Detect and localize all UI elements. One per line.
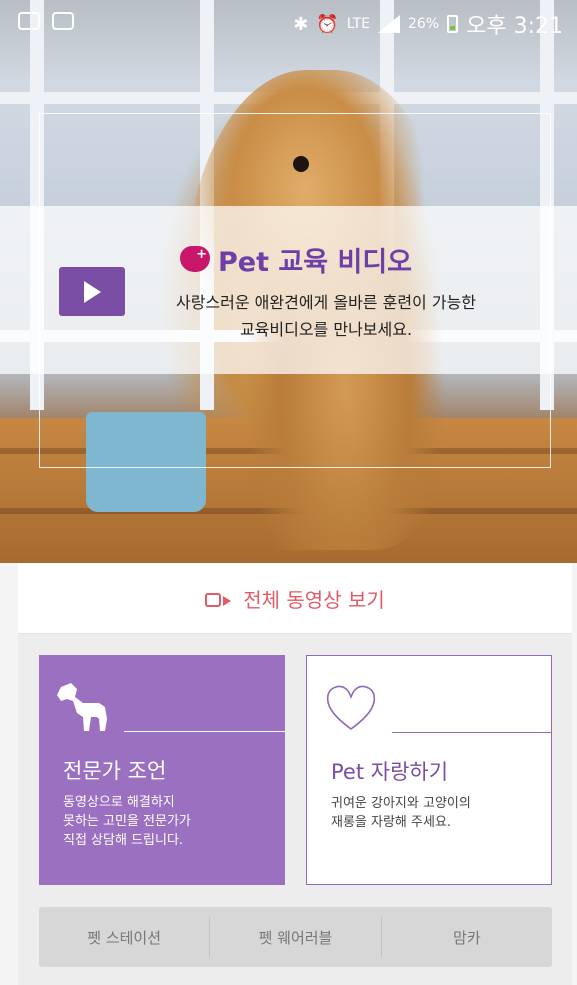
hero-description-line2: 교육비디오를 만나보세요. xyxy=(239,320,413,339)
image-icon xyxy=(52,12,74,30)
hero-description: 사랑스러운 애완견에게 올바른 훈련이 가능한 교육비디오를 만나보세요. xyxy=(140,289,512,343)
all-videos-button[interactable]: 전체 동영상 보기 xyxy=(18,563,572,634)
heart-icon xyxy=(326,685,376,730)
hero-banner[interactable]: Pet 교육 비디오 사랑스러운 애완견에게 올바른 훈련이 가능한 교육비디오… xyxy=(0,0,577,563)
expert-card-text: 동영상으로 해결하지 못하는 고민을 전문가가 직접 상담해 드립니다. xyxy=(63,793,273,850)
tab-pet-station[interactable]: 펫 스테이션 xyxy=(39,907,209,967)
bluetooth-icon: ✱ xyxy=(293,13,309,35)
video-camera-icon xyxy=(205,587,232,609)
tab-momca[interactable]: 맘카 xyxy=(382,907,552,967)
bottom-tabbar: 펫 스테이션 펫 웨어러블 맘카 xyxy=(39,907,552,967)
expert-card-title: 전문가 조언 xyxy=(63,759,167,783)
hero-description-line1: 사랑스러운 애완견에게 올바른 훈련이 가능한 xyxy=(175,293,477,312)
hero-title: Pet 교육 비디오 xyxy=(218,246,413,278)
pet-card-text-line1: 귀여운 강아지와 고양이의 xyxy=(331,796,471,811)
tab-pet-wearable[interactable]: 펫 웨어러블 xyxy=(210,907,380,967)
divider xyxy=(392,732,552,733)
clock: 오후 3:21 xyxy=(466,14,563,39)
pet-brag-card[interactable]: Pet 자랑하기 귀여운 강아지와 고양이의 재롱을 자랑해 주세요. xyxy=(306,655,552,885)
signal-icon xyxy=(377,15,400,33)
expert-advice-card[interactable]: 전문가 조언 동영상으로 해결하지 못하는 고민을 전문가가 직접 상담해 드립… xyxy=(39,655,285,885)
app-icon xyxy=(18,12,40,30)
expert-card-text-line2: 못하는 고민을 전문가가 xyxy=(63,814,191,829)
hero-title-row: Pet 교육 비디오 xyxy=(180,242,413,278)
pet-card-text-line2: 재롱을 자랑해 주세요. xyxy=(331,815,452,830)
lte-icon: LTE xyxy=(346,16,370,32)
brand-logo-icon xyxy=(180,246,210,272)
expert-card-text-line1: 동영상으로 해결하지 xyxy=(63,795,175,810)
dog-icon xyxy=(57,683,107,731)
battery-icon xyxy=(447,15,459,33)
status-bar: ✱ ⏰ LTE 26% 오후 3:21 xyxy=(0,0,577,46)
all-videos-label: 전체 동영상 보기 xyxy=(243,587,385,612)
pet-card-text: 귀여운 강아지와 고양이의 재롱을 자랑해 주세요. xyxy=(331,794,541,832)
pet-card-title: Pet 자랑하기 xyxy=(331,760,449,784)
battery-percent: 26% xyxy=(407,16,440,32)
divider xyxy=(124,731,285,732)
play-icon[interactable] xyxy=(59,267,125,316)
alarm-icon: ⏰ xyxy=(316,13,339,35)
expert-card-text-line3: 직접 상담해 드립니다. xyxy=(63,833,184,848)
